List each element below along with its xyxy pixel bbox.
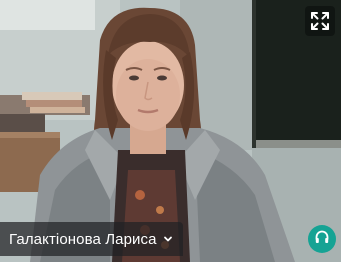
expand-button[interactable] (305, 6, 335, 36)
headphones-icon (314, 229, 330, 250)
expand-arrows-icon (309, 10, 331, 32)
audio-status-button[interactable] (308, 225, 336, 253)
participant-video-tile: Галактіонова Лариса (0, 0, 341, 262)
participant-name: Галактіонова Лариса (9, 230, 157, 248)
participant-name-menu[interactable]: Галактіонова Лариса (0, 222, 183, 256)
chevron-down-icon (163, 231, 173, 248)
